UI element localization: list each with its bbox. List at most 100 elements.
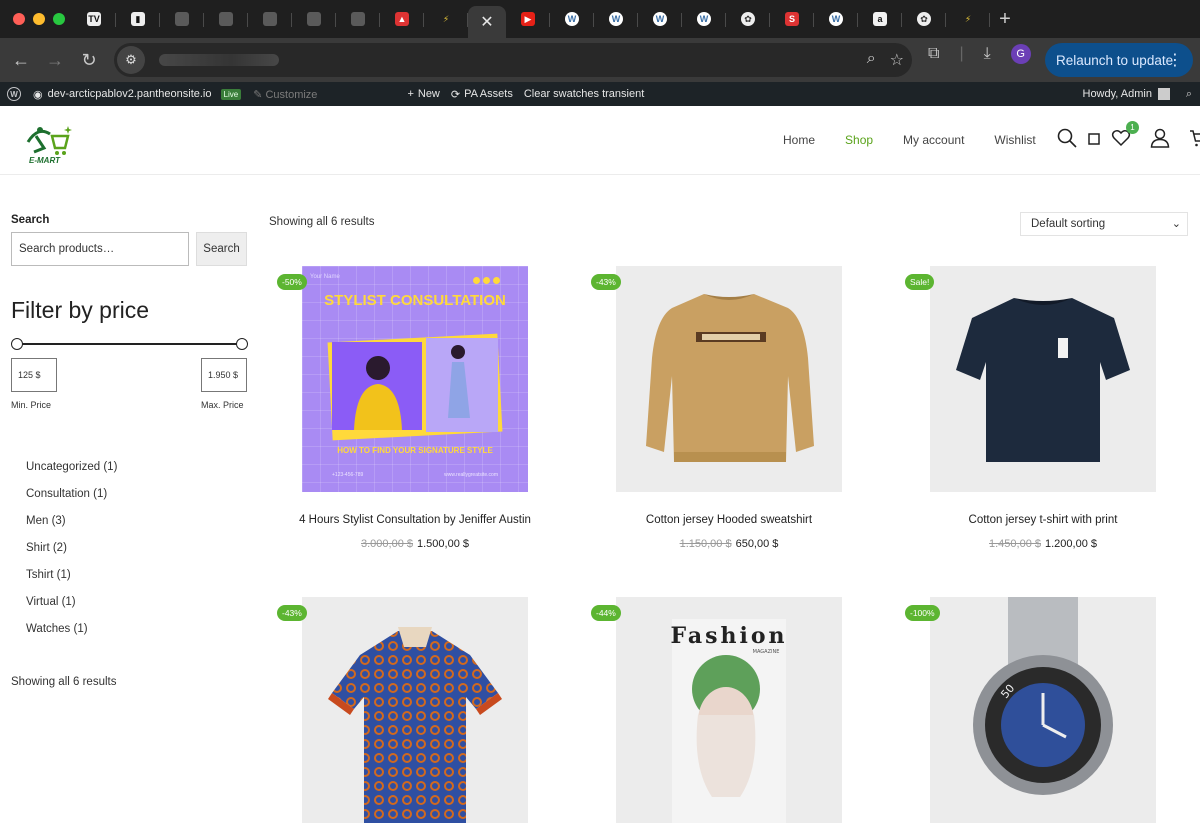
product-image[interactable] (930, 266, 1156, 492)
cart-icon[interactable]: 2 (1189, 128, 1200, 148)
browser-tab[interactable]: ▶ (506, 4, 550, 34)
search-icon[interactable] (1057, 128, 1077, 148)
downloads-icon[interactable]: ⤓ (984, 45, 991, 63)
compare-icon[interactable] (1088, 128, 1100, 148)
admin-search-icon[interactable]: ⌕ (1186, 88, 1192, 101)
site-logo[interactable]: E-MART (24, 122, 74, 166)
maximize-window-button[interactable] (53, 13, 65, 25)
close-tab-icon[interactable]: ✕ (480, 12, 493, 32)
address-bar[interactable]: ⚙ ⌕ ☆ (114, 43, 912, 77)
relaunch-button[interactable]: Relaunch to update ⋮ (1045, 43, 1193, 77)
admin-bar-account[interactable]: Howdy, Admin (1083, 88, 1170, 100)
browser-tab[interactable]: W (638, 4, 682, 34)
browser-tab[interactable]: ✿ (902, 4, 946, 34)
wordpress-icon: W (829, 12, 843, 26)
stylist-phone: +123-456-789 (332, 472, 364, 478)
polo-shirt-image (328, 627, 502, 823)
max-price-handle[interactable] (236, 338, 248, 350)
category-link[interactable]: Virtual (1) (26, 596, 247, 623)
product-image[interactable]: Your Name STYLIST CONSULTATION HOW TO FI… (302, 266, 528, 492)
sale-badge: -43% (277, 605, 307, 621)
profile-avatar[interactable]: G (1010, 44, 1031, 64)
customize-link[interactable]: ✎ Customize (253, 88, 317, 101)
product-search-button[interactable]: Search (196, 232, 247, 266)
browser-tab[interactable]: TV (72, 4, 116, 34)
browser-tab[interactable] (204, 4, 248, 34)
category-link[interactable]: Consultation (1) (26, 488, 247, 515)
product-image[interactable]: 50 (930, 597, 1156, 823)
browser-tab[interactable]: ▲ (380, 4, 424, 34)
browser-tab[interactable]: S (770, 4, 814, 34)
product-price: 3.000,00 $ 1.500,00 $ (277, 538, 553, 550)
browser-tab-active[interactable]: ✕ (468, 6, 506, 38)
category-link[interactable]: Men (3) (26, 515, 247, 542)
max-price-input[interactable]: 1.950 $ (201, 358, 247, 392)
lightning-icon: ⚡ (964, 13, 972, 24)
product-image[interactable]: Fashion MAGAZINE (616, 597, 842, 823)
more-menu-icon[interactable]: ⋮ (1167, 50, 1183, 70)
admin-bar-new[interactable]: + New (407, 88, 439, 100)
nav-my-account[interactable]: My account (903, 133, 964, 147)
product-image[interactable] (302, 597, 528, 823)
browser-tab[interactable]: ✿ (726, 4, 770, 34)
wordpress-logo-icon[interactable]: W (7, 87, 21, 101)
openai-icon: ✿ (741, 12, 755, 26)
browser-tab[interactable] (160, 4, 204, 34)
browser-tab[interactable]: ⚡ (424, 4, 468, 34)
stylist-consultation-graphic: Your Name STYLIST CONSULTATION HOW TO FI… (302, 266, 528, 492)
product-image[interactable] (616, 266, 842, 492)
minimize-window-button[interactable] (33, 13, 45, 25)
decorative-dots (473, 277, 500, 284)
wordpress-icon: W (697, 12, 711, 26)
browser-tab[interactable]: ⚡ (946, 4, 990, 34)
product-search-input[interactable]: Search products… (11, 232, 189, 266)
wordpress-icon: W (609, 12, 623, 26)
browser-tab[interactable]: W (550, 4, 594, 34)
browser-tab[interactable]: W (594, 4, 638, 34)
emart-logo-icon (26, 126, 72, 155)
account-user-icon[interactable] (1150, 128, 1170, 148)
category-link[interactable]: Shirt (2) (26, 542, 247, 569)
nav-shop[interactable]: Shop (845, 133, 873, 147)
dashboard-icon: ◉ (33, 88, 43, 101)
back-arrow-icon[interactable]: ← (4, 50, 38, 71)
extensions-icon[interactable]: ⧉ (928, 45, 939, 63)
nav-wishlist[interactable]: Wishlist (994, 133, 1035, 147)
reload-icon[interactable]: ↻ (72, 50, 106, 71)
category-link[interactable]: Uncategorized (1) (26, 461, 247, 488)
site-settings-icon[interactable]: ⚙ (117, 46, 145, 74)
browser-tab[interactable]: ▮ (116, 4, 160, 34)
tshirt-image (956, 298, 1130, 462)
browser-tab[interactable] (292, 4, 336, 34)
forward-arrow-icon[interactable]: → (38, 50, 72, 71)
youtube-icon: ▶ (521, 12, 535, 26)
clear-swatches-label: Clear swatches transient (523, 88, 645, 100)
product-title[interactable]: 4 Hours Stylist Consultation by Jeniffer… (277, 514, 553, 526)
admin-bar-pa-assets[interactable]: ⟳ PA Assets (451, 88, 513, 101)
browser-tab[interactable]: W (682, 4, 726, 34)
nav-home[interactable]: Home (783, 133, 815, 147)
browser-tab[interactable]: a (858, 4, 902, 34)
bookmark-star-icon[interactable]: ☆ (890, 50, 904, 70)
sorting-select[interactable]: Default sorting ⌄ (1020, 212, 1188, 236)
wishlist-heart-icon[interactable]: 1 (1111, 121, 1139, 148)
customize-label: Customize (265, 88, 318, 101)
product-title[interactable]: Cotton jersey Hooded sweatshirt (591, 514, 867, 526)
min-price-handle[interactable] (11, 338, 23, 350)
category-link[interactable]: Watches (1) (26, 623, 247, 650)
category-link[interactable]: Tshirt (1) (26, 569, 247, 596)
browser-tab[interactable]: W (814, 4, 858, 34)
browser-tab[interactable] (248, 4, 292, 34)
product-title[interactable]: Cotton jersey t-shirt with print (905, 514, 1181, 526)
stylist-headline: STYLIST CONSULTATION (324, 292, 506, 309)
admin-bar-clear-swatches[interactable]: Clear swatches transient (524, 88, 644, 100)
browser-tab[interactable] (336, 4, 380, 34)
zoom-icon[interactable]: ⌕ (867, 50, 876, 70)
regular-price: 1.150,00 $ (679, 538, 732, 550)
admin-bar-site[interactable]: ◉ dev-arcticpablov2.pantheonsite.io Live (33, 88, 242, 101)
price-range-slider[interactable] (11, 336, 248, 352)
close-window-button[interactable] (13, 13, 25, 25)
new-tab-button[interactable]: + (990, 8, 1020, 31)
min-price-input[interactable]: 125 $ (11, 358, 57, 392)
wishlist-count-badge: 1 (1126, 121, 1139, 134)
